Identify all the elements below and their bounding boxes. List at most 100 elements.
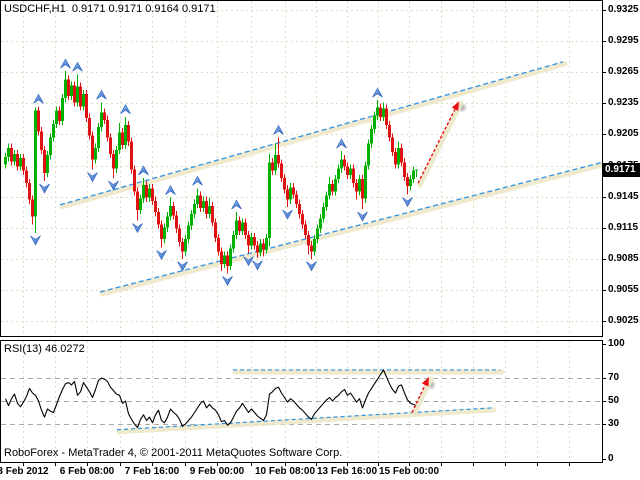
rsi-axis-tick [602, 401, 606, 402]
price-axis-label: 0.9295 [608, 35, 639, 47]
candle [292, 187, 295, 194]
candle [121, 132, 124, 144]
candle [67, 79, 70, 96]
fractal-up-arrow-icon [337, 139, 347, 148]
fractal-down-arrow-icon [31, 236, 41, 245]
candle [109, 138, 112, 155]
price-axis-label: 0.9205 [608, 128, 639, 140]
candle [376, 107, 379, 115]
candle [262, 243, 265, 249]
candle [232, 235, 235, 248]
candle [205, 201, 208, 214]
price-axis-tick [602, 10, 606, 11]
candle [202, 201, 205, 208]
candle [19, 158, 22, 166]
rsi-axis-label: 100 [608, 338, 625, 350]
price-axis-tick [602, 134, 606, 135]
candle [337, 169, 340, 179]
time-axis-tick [505, 463, 506, 466]
fractal-up-arrow-icon [61, 59, 71, 68]
candle [94, 148, 97, 159]
fractal-up-arrow-icon [73, 62, 83, 71]
mt4-chart-window: USDCHF,H1 0.9171 0.9171 0.9164 0.9171 RS… [0, 0, 640, 480]
candle [391, 138, 394, 153]
price-axis-label: 0.9325 [608, 4, 639, 16]
candle [208, 206, 211, 214]
price-axis-label: 0.9235 [608, 97, 639, 109]
candle [58, 111, 61, 121]
candle [79, 87, 82, 107]
candle [256, 245, 259, 252]
rsi-axis-tick [602, 378, 606, 379]
candle [199, 196, 202, 208]
candle [25, 171, 28, 183]
candle [4, 157, 7, 164]
candles-layer [4, 71, 418, 273]
time-axis-tick [378, 463, 379, 466]
price-axis-tick [602, 197, 606, 198]
candle [130, 142, 133, 170]
price-axis-tick [602, 290, 606, 291]
candle [277, 155, 280, 163]
candle [64, 79, 67, 98]
fractal-down-arrow-icon [307, 262, 317, 271]
price-axis-label: 0.9265 [608, 66, 639, 78]
fractal-down-arrow-icon [40, 184, 50, 193]
price-axis[interactable]: 0.93250.92950.92650.92350.92050.91750.91… [603, 0, 640, 463]
candle [217, 238, 220, 251]
candle [193, 204, 196, 214]
candle [103, 113, 106, 120]
copyright-text: RoboForex - MetaTrader 4, © 2001-2011 Me… [4, 447, 342, 459]
time-axis-tick [569, 463, 570, 466]
candle [394, 152, 397, 164]
candle [61, 98, 64, 121]
candle [118, 132, 121, 150]
main-chart-pane[interactable] [0, 0, 603, 337]
time-axis-tick [347, 463, 348, 466]
rsi-grid-layer [1, 341, 602, 462]
candle [388, 125, 391, 137]
fractal-up-arrow-icon [139, 166, 149, 175]
candle [10, 148, 13, 161]
candle [181, 242, 184, 251]
time-axis-tick [473, 463, 474, 466]
candle [157, 212, 160, 224]
candle [250, 237, 253, 245]
candle [370, 129, 373, 144]
candle [229, 248, 232, 266]
candle [220, 252, 223, 264]
candle [100, 113, 103, 128]
rsi-axis-tick [602, 424, 606, 425]
candle [31, 200, 34, 217]
rsi-axis-tick [602, 459, 606, 460]
time-axis-tick [152, 463, 153, 466]
time-axis-tick [185, 463, 186, 466]
time-axis-tick [87, 463, 88, 466]
candle [139, 199, 142, 210]
candle [331, 184, 334, 191]
candle [169, 206, 172, 216]
candle [265, 238, 268, 249]
candle [28, 183, 31, 200]
candle [148, 188, 151, 197]
candle [322, 207, 325, 218]
main-pane-border [1, 1, 603, 337]
fractal-down-arrow-icon [133, 223, 143, 232]
candle [244, 223, 247, 235]
time-axis-label: 10 Feb 08:00 [255, 466, 315, 478]
candle [241, 223, 244, 231]
candle [46, 155, 49, 173]
candle [82, 94, 85, 106]
candle [145, 185, 148, 197]
highlight-glow [102, 164, 603, 294]
candle [13, 154, 16, 161]
candle [163, 228, 166, 239]
time-axis-tick [120, 463, 121, 466]
rsi-indicator-pane[interactable] [0, 340, 603, 463]
candle [235, 220, 238, 235]
highlight-glow [420, 103, 461, 185]
time-axis[interactable]: 3 Feb 20126 Feb 08:007 Feb 16:009 Feb 00… [0, 463, 640, 480]
price-projection-arrow-shaft [418, 109, 455, 183]
candle [274, 155, 277, 171]
time-axis-label: 13 Feb 16:00 [317, 466, 377, 478]
